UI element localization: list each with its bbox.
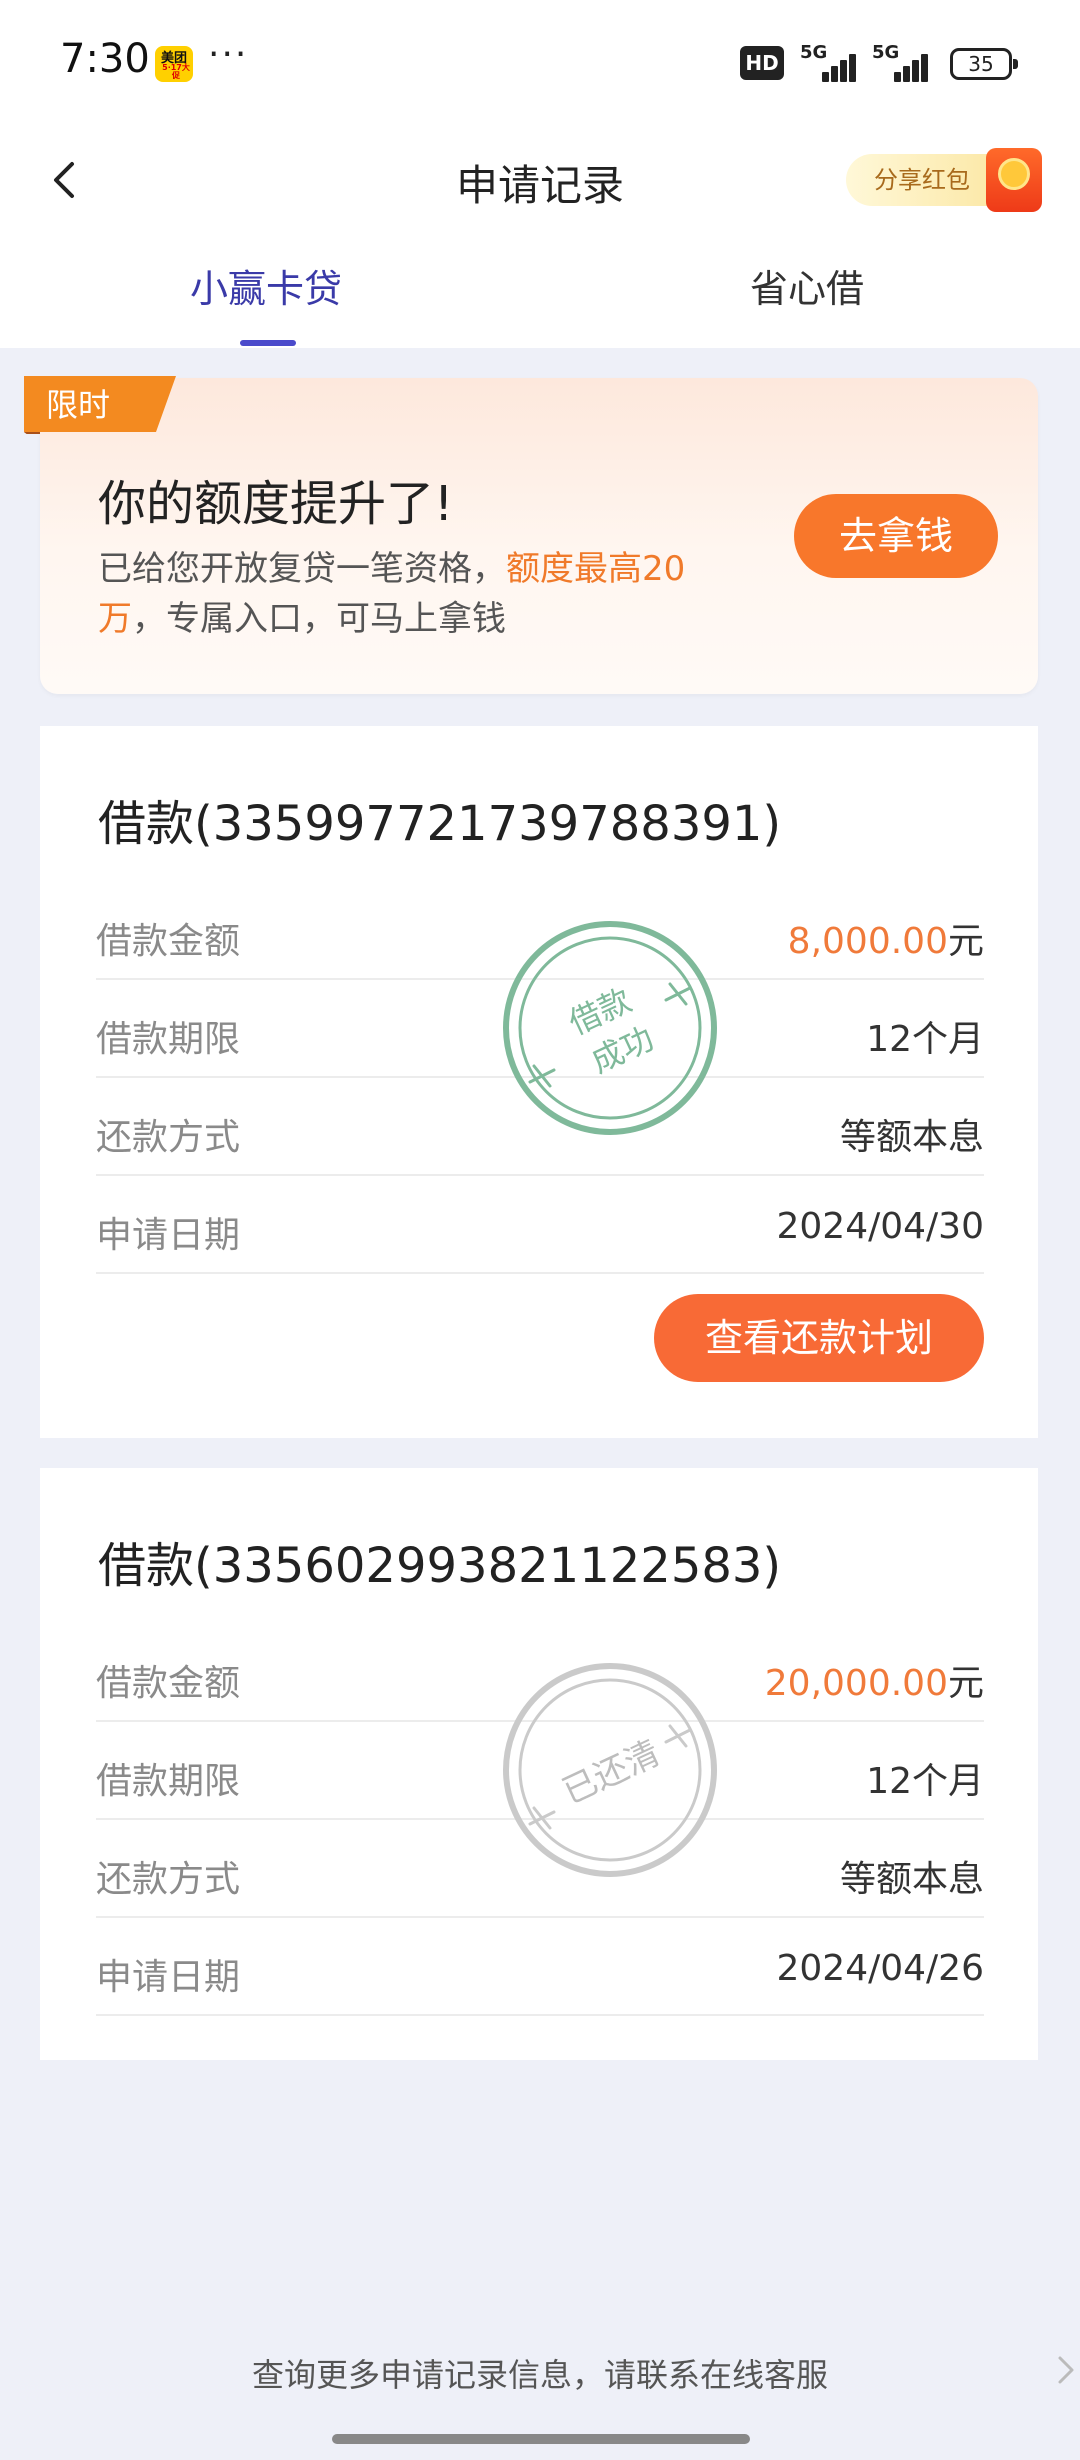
row-label: 还款方式 xyxy=(96,1859,241,1900)
row-value: 20,000.00元 xyxy=(765,1654,984,1706)
row-label: 借款金额 xyxy=(96,921,241,962)
row-value: 8,000.00元 xyxy=(788,912,984,964)
more-notifications-icon: ··· xyxy=(208,34,249,75)
battery-icon: 35 xyxy=(950,48,1018,80)
row-label: 还款方式 xyxy=(96,1117,241,1158)
status-time: 7:30 xyxy=(60,36,150,82)
row-value: 等额本息 xyxy=(839,1117,984,1158)
paid-off-stamp: 已还清 xyxy=(503,1663,717,1877)
share-red-packet-button[interactable]: 分享红包 xyxy=(846,140,1046,220)
promo-desc-pre: 已给您开放复贷一笔资格， xyxy=(98,549,506,589)
get-money-button[interactable]: 去拿钱 xyxy=(794,494,998,578)
loan-success-stamp: 借款 成功 xyxy=(503,921,717,1135)
row-label: 申请日期 xyxy=(96,1957,241,1998)
promo-desc-post: ，专属入口，可马上拿钱 xyxy=(132,599,506,639)
row-label: 借款期限 xyxy=(96,1761,241,1802)
signal-icon-1 xyxy=(800,48,860,82)
limited-time-tag: 限时 xyxy=(24,376,176,434)
promo-tag-text: 限时 xyxy=(46,386,110,424)
contact-customer-service-link[interactable]: 查询更多申请记录信息，请联系在线客服 xyxy=(0,2350,1080,2396)
row-value: 12个月 xyxy=(866,1761,984,1802)
hd-icon: HD xyxy=(740,46,784,80)
promo-description: 已给您开放复贷一笔资格，额度最高20 万，专属入口，可马上拿钱 xyxy=(98,544,758,644)
apply-date-row: 申请日期 2024/04/30 xyxy=(96,1176,984,1274)
loan-amount: 20,000.00 xyxy=(764,1663,948,1704)
loan-title: 借款(335602993821122583) xyxy=(98,1538,782,1594)
stamp-text: 已还清 xyxy=(557,1733,666,1812)
promo-title: 你的额度提升了! xyxy=(98,476,454,532)
tab-xiaoying-kadai[interactable]: 小赢卡贷 xyxy=(190,258,342,313)
row-label: 申请日期 xyxy=(96,1215,241,1256)
signal-icon-2 xyxy=(872,48,932,82)
row-value: 2024/04/26 xyxy=(776,1948,985,1989)
loan-title: 借款(335997721739788391) xyxy=(98,796,782,852)
view-repayment-plan-button[interactable]: 查看还款计划 xyxy=(654,1294,984,1382)
row-value: 2024/04/30 xyxy=(776,1206,985,1247)
row-label: 借款期限 xyxy=(96,1019,241,1060)
home-indicator[interactable] xyxy=(332,2434,750,2444)
tab-bar: 小赢卡贷 省心借 xyxy=(0,232,1080,348)
row-label: 借款金额 xyxy=(96,1663,241,1704)
tab-active-indicator xyxy=(240,340,296,346)
status-bar: 7:30 美团 5·17大促 ··· HD 5G 5G 35 xyxy=(0,0,1080,128)
promo-desc-highlight-2: 万 xyxy=(98,599,132,639)
row-value: 12个月 xyxy=(866,1019,984,1060)
promo-desc-highlight-1: 额度最高20 xyxy=(506,549,686,589)
row-value: 等额本息 xyxy=(839,1859,984,1900)
amount-unit: 元 xyxy=(947,921,984,962)
tab-shengxinjie[interactable]: 省心借 xyxy=(750,258,864,313)
loan-card-1[interactable]: 借款(335997721739788391) 借款金额 8,000.00元 借款… xyxy=(40,726,1038,1438)
loan-amount: 8,000.00 xyxy=(787,921,948,962)
apply-date-row: 申请日期 2024/04/26 xyxy=(96,1918,984,2016)
amount-unit: 元 xyxy=(947,1663,984,1704)
promo-banner[interactable]: 限时 你的额度提升了! 已给您开放复贷一笔资格，额度最高20 万，专属入口，可马上… xyxy=(24,376,1038,694)
loan-card-2[interactable]: 借款(335602993821122583) 借款金额 20,000.00元 借… xyxy=(40,1468,1038,2060)
coin-icon xyxy=(998,158,1030,190)
chevron-right-icon xyxy=(1058,2356,1074,2384)
meituan-app-icon: 美团 5·17大促 xyxy=(155,46,193,82)
nav-bar: 申请记录 分享红包 xyxy=(0,128,1080,232)
app-badge-sub: 5·17大促 xyxy=(162,63,190,80)
